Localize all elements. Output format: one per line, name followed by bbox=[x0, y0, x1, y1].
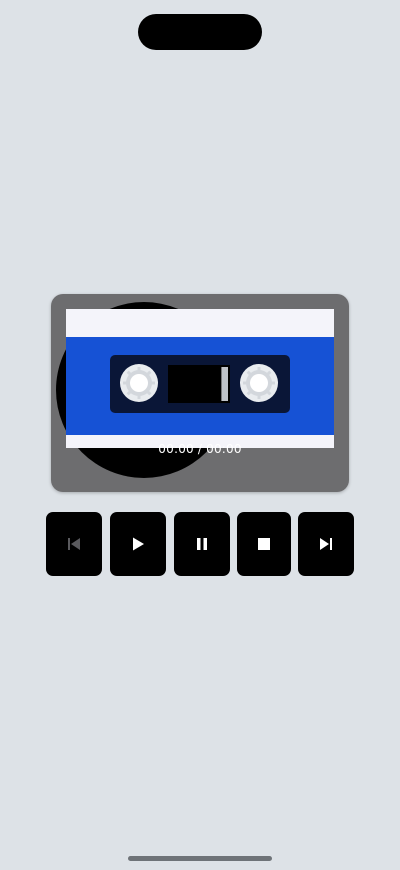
cassette-player: 00:00 / 00:00 bbox=[51, 294, 349, 492]
tape-level-bar bbox=[221, 367, 228, 401]
right-reel-icon bbox=[240, 364, 278, 402]
playback-controls bbox=[0, 512, 400, 576]
next-button[interactable] bbox=[298, 512, 354, 576]
cassette-label: 00:00 / 00:00 bbox=[66, 309, 334, 456]
tape-window bbox=[168, 365, 230, 403]
skip-previous-icon bbox=[68, 538, 80, 550]
cassette-label-band: 00:00 / 00:00 bbox=[66, 337, 334, 456]
home-indicator[interactable] bbox=[128, 856, 272, 861]
time-display: 00:00 / 00:00 bbox=[158, 442, 242, 456]
play-button[interactable] bbox=[110, 512, 166, 576]
cassette-window bbox=[110, 355, 290, 413]
previous-button[interactable] bbox=[46, 512, 102, 576]
skip-next-icon bbox=[320, 538, 332, 550]
stop-button[interactable] bbox=[237, 512, 291, 576]
stop-icon bbox=[258, 538, 270, 550]
dynamic-island bbox=[138, 14, 262, 50]
pause-icon bbox=[197, 538, 207, 550]
pause-button[interactable] bbox=[174, 512, 230, 576]
play-icon bbox=[133, 537, 144, 551]
left-reel-icon bbox=[120, 364, 158, 402]
